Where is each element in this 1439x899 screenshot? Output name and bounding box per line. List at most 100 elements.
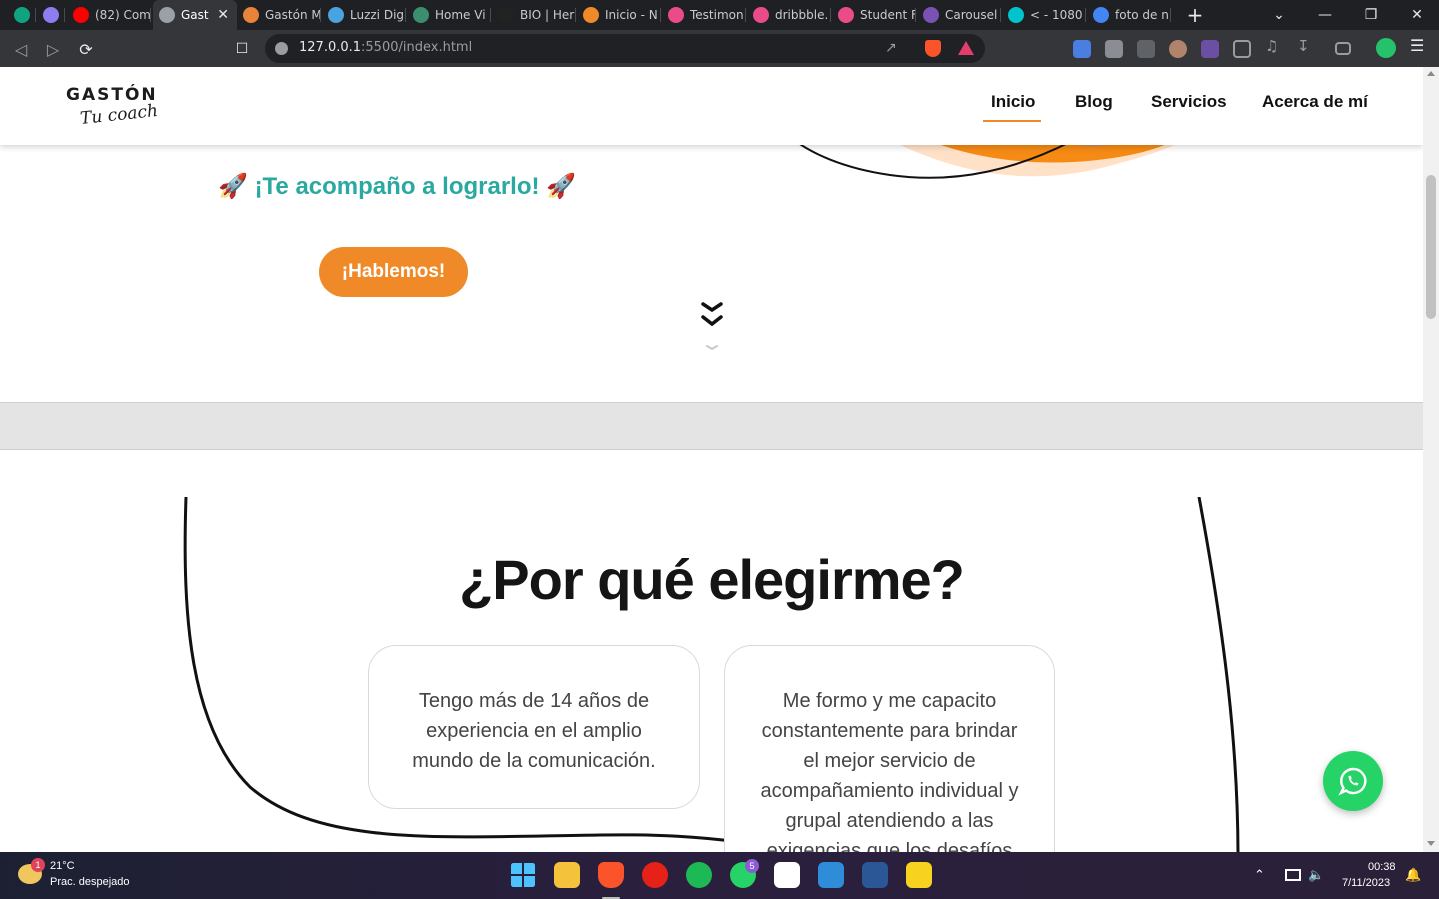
tray-overflow-icon[interactable]: ⌃ <box>1254 868 1265 883</box>
url-text: 127.0.0.1:5500/index.html <box>299 40 472 55</box>
brave-rewards-icon[interactable] <box>958 41 974 55</box>
youtube-music-icon[interactable] <box>642 862 668 888</box>
browser-tab[interactable]: BIO | Her <box>492 0 576 30</box>
wallet-icon[interactable] <box>1335 42 1351 55</box>
brave-browser-icon[interactable] <box>598 862 624 888</box>
nav-link-servicios[interactable]: Servicios <box>1151 92 1227 112</box>
url-path: :5500/index.html <box>361 40 473 55</box>
reload-icon[interactable]: ⟳ <box>75 38 97 60</box>
tab-separator <box>405 8 406 22</box>
new-tab-button[interactable]: + <box>1182 0 1208 30</box>
hablemos-button[interactable]: ¡Hablemos! <box>319 247 468 297</box>
whatsapp-float-button[interactable] <box>1323 751 1383 811</box>
nav-link-acerca[interactable]: Acerca de mí <box>1262 92 1368 112</box>
weather-badge: 1 <box>31 858 45 872</box>
weather-temperature[interactable]: 21°C <box>50 860 75 872</box>
why-choose-me-title: ¿Por qué elegirme? <box>459 548 965 611</box>
site-favicon <box>413 7 429 23</box>
browser-tab-label: (82) Com <box>95 8 151 22</box>
back-icon[interactable]: ◁ <box>10 38 32 60</box>
media-icon[interactable]: ♫ <box>1265 37 1283 55</box>
browser-tab[interactable]: Carousel <box>917 0 1001 30</box>
site-favicon <box>498 7 514 23</box>
site-info-icon[interactable] <box>275 42 288 55</box>
scroll-down-arrow[interactable] <box>1427 841 1435 846</box>
browser-tab-label: Gast <box>181 8 209 22</box>
hablemos-button-label: ¡Hablemos! <box>341 261 446 282</box>
scroll-down-icon[interactable] <box>699 301 725 357</box>
minimize-icon[interactable]: — <box>1312 0 1338 30</box>
nav-link-inicio[interactable]: Inicio <box>991 92 1035 112</box>
gemini-sparkle-icon <box>43 7 59 23</box>
browser-tab-label: Inicio - N <box>605 8 658 22</box>
youtube-icon <box>73 7 89 23</box>
nav-link-blog[interactable]: Blog <box>1075 92 1113 112</box>
dribbble-icon <box>753 7 769 23</box>
tab-separator <box>35 8 36 22</box>
browser-tab[interactable]: Gast ✕ <box>153 0 237 30</box>
extension-icon[interactable] <box>1137 40 1155 58</box>
browser-tab-label: < - 1080 <box>1030 8 1083 22</box>
scrollbar-thumb[interactable] <box>1426 175 1436 319</box>
page-scrollbar[interactable] <box>1423 67 1439 852</box>
scroll-up-arrow[interactable] <box>1427 71 1435 76</box>
tab-search-icon[interactable]: ⌄ <box>1266 0 1292 30</box>
browser-tab[interactable]: Testimon <box>662 0 746 30</box>
network-icon[interactable] <box>1285 869 1301 881</box>
sticky-notes-icon[interactable] <box>906 862 932 888</box>
tab-separator <box>745 8 746 22</box>
share-icon[interactable]: ↗ <box>885 40 897 56</box>
tab-separator <box>830 8 831 22</box>
tab-separator <box>490 8 491 22</box>
extensions-puzzle-icon[interactable] <box>1233 40 1251 58</box>
browser-tab[interactable] <box>37 0 65 30</box>
extension-icon[interactable] <box>1105 40 1123 58</box>
close-tab-icon[interactable]: ✕ <box>217 7 229 23</box>
address-bar[interactable]: 127.0.0.1:5500/index.html ↗ <box>265 34 985 63</box>
vscode-icon[interactable] <box>818 862 844 888</box>
browser-tab[interactable]: Student F <box>832 0 916 30</box>
extension-icon[interactable] <box>1201 40 1219 58</box>
browser-tab[interactable]: Gastón M <box>237 0 321 30</box>
bookmark-icon[interactable]: ☐ <box>231 38 253 60</box>
canva-icon <box>1008 7 1024 23</box>
browser-tab[interactable] <box>8 0 36 30</box>
notifications-bell-icon[interactable]: 🔔 <box>1405 868 1421 883</box>
menu-icon[interactable]: ☰ <box>1410 36 1428 55</box>
translate-extension-icon[interactable] <box>1073 40 1091 58</box>
browser-tab[interactable]: Inicio - N <box>577 0 661 30</box>
tab-separator <box>575 8 576 22</box>
file-explorer-icon[interactable] <box>554 862 580 888</box>
tab-separator <box>150 8 151 22</box>
windows-taskbar: 1 21°C Prac. despejado 5 ⌃ 🔈 00:38 7/11/… <box>0 852 1439 899</box>
clock-time[interactable]: 00:38 <box>1368 861 1396 873</box>
browser-tab[interactable]: (82) Com <box>67 0 151 30</box>
tab-separator <box>1085 8 1086 22</box>
weather-description[interactable]: Prac. despejado <box>50 876 130 888</box>
brave-shield-icon[interactable] <box>925 40 941 57</box>
tab-separator <box>64 8 65 22</box>
clock-date[interactable]: 7/11/2023 <box>1342 877 1390 889</box>
downloads-icon[interactable]: ↧ <box>1297 37 1315 55</box>
url-host: 127.0.0.1 <box>299 40 362 55</box>
dribbble-icon <box>668 7 684 23</box>
windows-start-icon[interactable] <box>510 862 536 888</box>
spotify-icon[interactable] <box>686 862 712 888</box>
notion-icon[interactable] <box>774 862 800 888</box>
feature-card: Tengo más de 14 años de experiencia en e… <box>368 645 700 809</box>
browser-tab[interactable]: < - 1080 <box>1002 0 1086 30</box>
globe-icon <box>159 7 175 23</box>
close-window-icon[interactable]: ✕ <box>1404 0 1430 30</box>
browser-tab-label: foto de n <box>1115 8 1169 22</box>
forward-icon[interactable]: ▷ <box>42 38 64 60</box>
volume-icon[interactable]: 🔈 <box>1308 868 1324 883</box>
browser-tab[interactable]: foto de n <box>1087 0 1171 30</box>
browser-tab-label: Gastón M <box>265 8 321 22</box>
word-icon[interactable] <box>862 862 888 888</box>
extension-icon[interactable] <box>1169 40 1187 58</box>
browser-tab[interactable]: dribbble. <box>747 0 831 30</box>
browser-tab[interactable]: Home Vi <box>407 0 491 30</box>
restore-icon[interactable]: ❐ <box>1358 0 1384 30</box>
profile-avatar[interactable] <box>1376 38 1396 58</box>
browser-tab[interactable]: Luzzi Dig <box>322 0 406 30</box>
